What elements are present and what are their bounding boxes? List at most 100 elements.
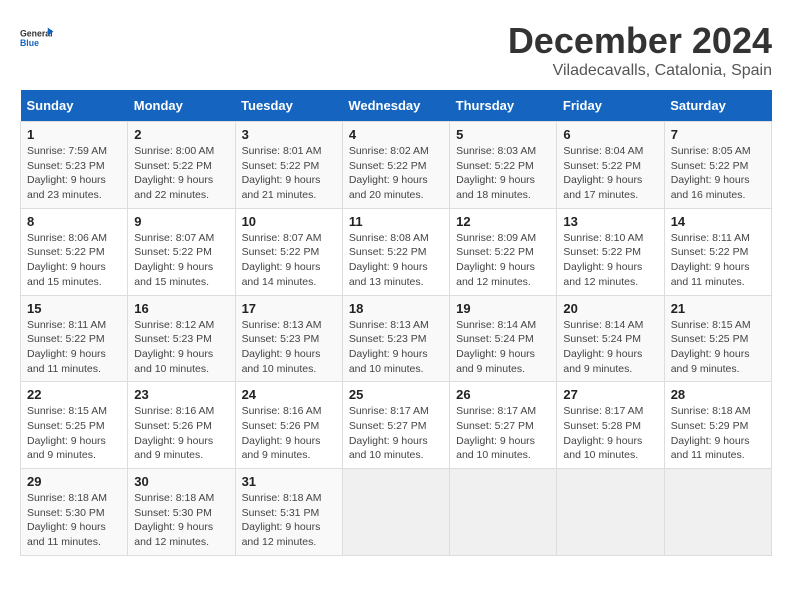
calendar-cell: 25 Sunrise: 8:17 AMSunset: 5:27 PMDaylig… xyxy=(342,382,449,469)
calendar-cell xyxy=(450,469,557,556)
calendar-cell: 6 Sunrise: 8:04 AMSunset: 5:22 PMDayligh… xyxy=(557,122,664,209)
day-header: Saturday xyxy=(664,90,771,122)
calendar-cell: 3 Sunrise: 8:01 AMSunset: 5:22 PMDayligh… xyxy=(235,122,342,209)
day-info: Sunrise: 8:17 AMSunset: 5:27 PMDaylight:… xyxy=(349,404,443,463)
calendar-header-row: SundayMondayTuesdayWednesdayThursdayFrid… xyxy=(21,90,772,122)
day-info: Sunrise: 8:18 AMSunset: 5:30 PMDaylight:… xyxy=(134,491,228,550)
day-number: 10 xyxy=(242,214,336,229)
day-header: Wednesday xyxy=(342,90,449,122)
calendar-cell xyxy=(342,469,449,556)
day-number: 24 xyxy=(242,387,336,402)
calendar-cell: 15 Sunrise: 8:11 AMSunset: 5:22 PMDaylig… xyxy=(21,295,128,382)
day-info: Sunrise: 7:59 AMSunset: 5:23 PMDaylight:… xyxy=(27,144,121,203)
day-number: 1 xyxy=(27,127,121,142)
day-number: 28 xyxy=(671,387,765,402)
day-info: Sunrise: 8:01 AMSunset: 5:22 PMDaylight:… xyxy=(242,144,336,203)
calendar-cell: 5 Sunrise: 8:03 AMSunset: 5:22 PMDayligh… xyxy=(450,122,557,209)
day-info: Sunrise: 8:18 AMSunset: 5:30 PMDaylight:… xyxy=(27,491,121,550)
calendar-cell: 18 Sunrise: 8:13 AMSunset: 5:23 PMDaylig… xyxy=(342,295,449,382)
calendar-cell: 11 Sunrise: 8:08 AMSunset: 5:22 PMDaylig… xyxy=(342,208,449,295)
day-number: 30 xyxy=(134,474,228,489)
location-title: Viladecavalls, Catalonia, Spain xyxy=(508,62,772,80)
calendar-week-row: 15 Sunrise: 8:11 AMSunset: 5:22 PMDaylig… xyxy=(21,295,772,382)
day-number: 14 xyxy=(671,214,765,229)
day-info: Sunrise: 8:07 AMSunset: 5:22 PMDaylight:… xyxy=(242,231,336,290)
calendar-cell: 8 Sunrise: 8:06 AMSunset: 5:22 PMDayligh… xyxy=(21,208,128,295)
calendar-cell: 19 Sunrise: 8:14 AMSunset: 5:24 PMDaylig… xyxy=(450,295,557,382)
day-info: Sunrise: 8:17 AMSunset: 5:27 PMDaylight:… xyxy=(456,404,550,463)
day-info: Sunrise: 8:00 AMSunset: 5:22 PMDaylight:… xyxy=(134,144,228,203)
logo-icon: GeneralBlue xyxy=(20,20,56,56)
calendar-cell: 1 Sunrise: 7:59 AMSunset: 5:23 PMDayligh… xyxy=(21,122,128,209)
calendar-cell: 24 Sunrise: 8:16 AMSunset: 5:26 PMDaylig… xyxy=(235,382,342,469)
day-number: 18 xyxy=(349,301,443,316)
calendar-cell: 12 Sunrise: 8:09 AMSunset: 5:22 PMDaylig… xyxy=(450,208,557,295)
day-number: 11 xyxy=(349,214,443,229)
calendar-cell: 23 Sunrise: 8:16 AMSunset: 5:26 PMDaylig… xyxy=(128,382,235,469)
day-info: Sunrise: 8:14 AMSunset: 5:24 PMDaylight:… xyxy=(456,318,550,377)
day-info: Sunrise: 8:18 AMSunset: 5:31 PMDaylight:… xyxy=(242,491,336,550)
page-header: GeneralBlue December 2024 Viladecavalls,… xyxy=(20,20,772,80)
day-info: Sunrise: 8:03 AMSunset: 5:22 PMDaylight:… xyxy=(456,144,550,203)
day-number: 5 xyxy=(456,127,550,142)
day-number: 19 xyxy=(456,301,550,316)
day-header: Thursday xyxy=(450,90,557,122)
day-info: Sunrise: 8:05 AMSunset: 5:22 PMDaylight:… xyxy=(671,144,765,203)
calendar-cell xyxy=(557,469,664,556)
calendar-cell: 29 Sunrise: 8:18 AMSunset: 5:30 PMDaylig… xyxy=(21,469,128,556)
day-info: Sunrise: 8:07 AMSunset: 5:22 PMDaylight:… xyxy=(134,231,228,290)
calendar-cell: 27 Sunrise: 8:17 AMSunset: 5:28 PMDaylig… xyxy=(557,382,664,469)
day-number: 7 xyxy=(671,127,765,142)
day-info: Sunrise: 8:16 AMSunset: 5:26 PMDaylight:… xyxy=(134,404,228,463)
calendar-cell: 10 Sunrise: 8:07 AMSunset: 5:22 PMDaylig… xyxy=(235,208,342,295)
day-info: Sunrise: 8:02 AMSunset: 5:22 PMDaylight:… xyxy=(349,144,443,203)
day-number: 23 xyxy=(134,387,228,402)
day-number: 16 xyxy=(134,301,228,316)
day-number: 17 xyxy=(242,301,336,316)
day-number: 9 xyxy=(134,214,228,229)
calendar-cell: 9 Sunrise: 8:07 AMSunset: 5:22 PMDayligh… xyxy=(128,208,235,295)
calendar-cell: 2 Sunrise: 8:00 AMSunset: 5:22 PMDayligh… xyxy=(128,122,235,209)
day-info: Sunrise: 8:04 AMSunset: 5:22 PMDaylight:… xyxy=(563,144,657,203)
day-number: 25 xyxy=(349,387,443,402)
day-number: 29 xyxy=(27,474,121,489)
day-number: 4 xyxy=(349,127,443,142)
day-info: Sunrise: 8:17 AMSunset: 5:28 PMDaylight:… xyxy=(563,404,657,463)
calendar-cell: 14 Sunrise: 8:11 AMSunset: 5:22 PMDaylig… xyxy=(664,208,771,295)
calendar-cell: 17 Sunrise: 8:13 AMSunset: 5:23 PMDaylig… xyxy=(235,295,342,382)
day-info: Sunrise: 8:13 AMSunset: 5:23 PMDaylight:… xyxy=(242,318,336,377)
calendar-week-row: 8 Sunrise: 8:06 AMSunset: 5:22 PMDayligh… xyxy=(21,208,772,295)
day-info: Sunrise: 8:06 AMSunset: 5:22 PMDaylight:… xyxy=(27,231,121,290)
day-header: Friday xyxy=(557,90,664,122)
day-info: Sunrise: 8:13 AMSunset: 5:23 PMDaylight:… xyxy=(349,318,443,377)
day-number: 31 xyxy=(242,474,336,489)
calendar-cell: 21 Sunrise: 8:15 AMSunset: 5:25 PMDaylig… xyxy=(664,295,771,382)
calendar-cell: 13 Sunrise: 8:10 AMSunset: 5:22 PMDaylig… xyxy=(557,208,664,295)
calendar-cell: 30 Sunrise: 8:18 AMSunset: 5:30 PMDaylig… xyxy=(128,469,235,556)
calendar-table: SundayMondayTuesdayWednesdayThursdayFrid… xyxy=(20,90,772,556)
day-header: Monday xyxy=(128,90,235,122)
calendar-cell: 4 Sunrise: 8:02 AMSunset: 5:22 PMDayligh… xyxy=(342,122,449,209)
day-info: Sunrise: 8:12 AMSunset: 5:23 PMDaylight:… xyxy=(134,318,228,377)
day-info: Sunrise: 8:08 AMSunset: 5:22 PMDaylight:… xyxy=(349,231,443,290)
calendar-cell: 16 Sunrise: 8:12 AMSunset: 5:23 PMDaylig… xyxy=(128,295,235,382)
day-info: Sunrise: 8:11 AMSunset: 5:22 PMDaylight:… xyxy=(671,231,765,290)
day-number: 27 xyxy=(563,387,657,402)
day-info: Sunrise: 8:18 AMSunset: 5:29 PMDaylight:… xyxy=(671,404,765,463)
day-info: Sunrise: 8:15 AMSunset: 5:25 PMDaylight:… xyxy=(671,318,765,377)
day-number: 21 xyxy=(671,301,765,316)
calendar-week-row: 1 Sunrise: 7:59 AMSunset: 5:23 PMDayligh… xyxy=(21,122,772,209)
calendar-cell: 20 Sunrise: 8:14 AMSunset: 5:24 PMDaylig… xyxy=(557,295,664,382)
day-number: 6 xyxy=(563,127,657,142)
day-info: Sunrise: 8:14 AMSunset: 5:24 PMDaylight:… xyxy=(563,318,657,377)
day-number: 12 xyxy=(456,214,550,229)
calendar-cell: 22 Sunrise: 8:15 AMSunset: 5:25 PMDaylig… xyxy=(21,382,128,469)
day-header: Tuesday xyxy=(235,90,342,122)
calendar-cell xyxy=(664,469,771,556)
calendar-week-row: 29 Sunrise: 8:18 AMSunset: 5:30 PMDaylig… xyxy=(21,469,772,556)
svg-text:General: General xyxy=(20,29,53,39)
calendar-cell: 28 Sunrise: 8:18 AMSunset: 5:29 PMDaylig… xyxy=(664,382,771,469)
day-number: 2 xyxy=(134,127,228,142)
title-section: December 2024 Viladecavalls, Catalonia, … xyxy=(508,20,772,80)
day-header: Sunday xyxy=(21,90,128,122)
